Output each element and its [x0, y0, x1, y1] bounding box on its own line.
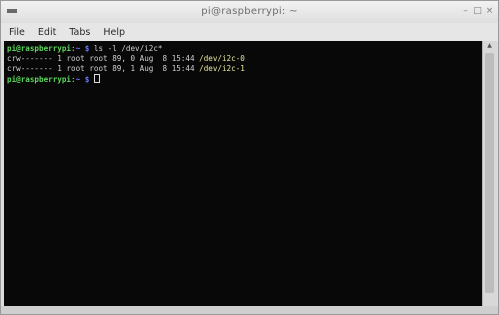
menu-edit[interactable]: Edit [38, 27, 56, 38]
file-owner: root [66, 54, 85, 63]
scroll-thumb[interactable] [485, 53, 494, 293]
window-title: pi@raspberrypi: ~ [201, 6, 298, 17]
file-time: 15:44 [171, 64, 195, 73]
menu-file[interactable]: File [9, 27, 25, 38]
device-minor: 1 [130, 64, 136, 73]
file-owner: root [66, 64, 85, 73]
title-bar[interactable]: pi@raspberrypi: ~ – □ × [1, 1, 498, 23]
menu-tabs[interactable]: Tabs [69, 27, 90, 38]
terminal-output[interactable]: pi@raspberrypi:~ $ ls -l /dev/i2c* crw--… [4, 41, 482, 306]
prompt-user: pi@raspberrypi [7, 75, 72, 84]
window-bottom-edge [1, 306, 498, 314]
menu-help[interactable]: Help [103, 27, 125, 38]
terminal-window: pi@raspberrypi: ~ – □ × File Edit Tabs H… [0, 0, 499, 315]
output-line: crw------- 1 root root 89, 0 Aug 8 15:44… [7, 54, 482, 64]
device-path: /dev/i2c-1 [199, 64, 245, 73]
text-cursor [93, 74, 100, 83]
active-prompt-line: pi@raspberrypi:~ $ [7, 74, 482, 84]
link-count: 1 [57, 54, 62, 63]
scroll-up-icon[interactable]: ▲ [483, 41, 496, 50]
file-day: 8 [162, 64, 168, 73]
maximize-icon[interactable]: □ [473, 6, 482, 17]
vertical-scrollbar[interactable]: ▲ [482, 41, 497, 306]
file-day: 8 [162, 54, 168, 63]
window-controls: – □ × [461, 6, 494, 17]
file-permissions: crw------- [7, 64, 53, 73]
close-icon[interactable]: × [485, 6, 494, 17]
minimize-icon[interactable]: – [461, 6, 470, 17]
link-count: 1 [57, 64, 62, 73]
device-path: /dev/i2c-0 [199, 54, 245, 63]
output-line: crw------- 1 root root 89, 1 Aug 8 15:44… [7, 64, 482, 74]
menu-bar: File Edit Tabs Help [1, 23, 498, 41]
device-minor: 0 [130, 54, 136, 63]
file-time: 15:44 [171, 54, 195, 63]
file-month: Aug [139, 54, 154, 63]
file-group: root [89, 54, 108, 63]
device-major: 89, [112, 64, 126, 73]
command-line: pi@raspberrypi:~ $ ls -l /dev/i2c* [7, 44, 163, 53]
device-major: 89, [112, 54, 126, 63]
file-month: Aug [139, 64, 154, 73]
command-text: ls -l /dev/i2c* [93, 44, 163, 53]
prompt-user: pi@raspberrypi [7, 44, 72, 53]
file-permissions: crw------- [7, 54, 53, 63]
file-group: root [89, 64, 108, 73]
